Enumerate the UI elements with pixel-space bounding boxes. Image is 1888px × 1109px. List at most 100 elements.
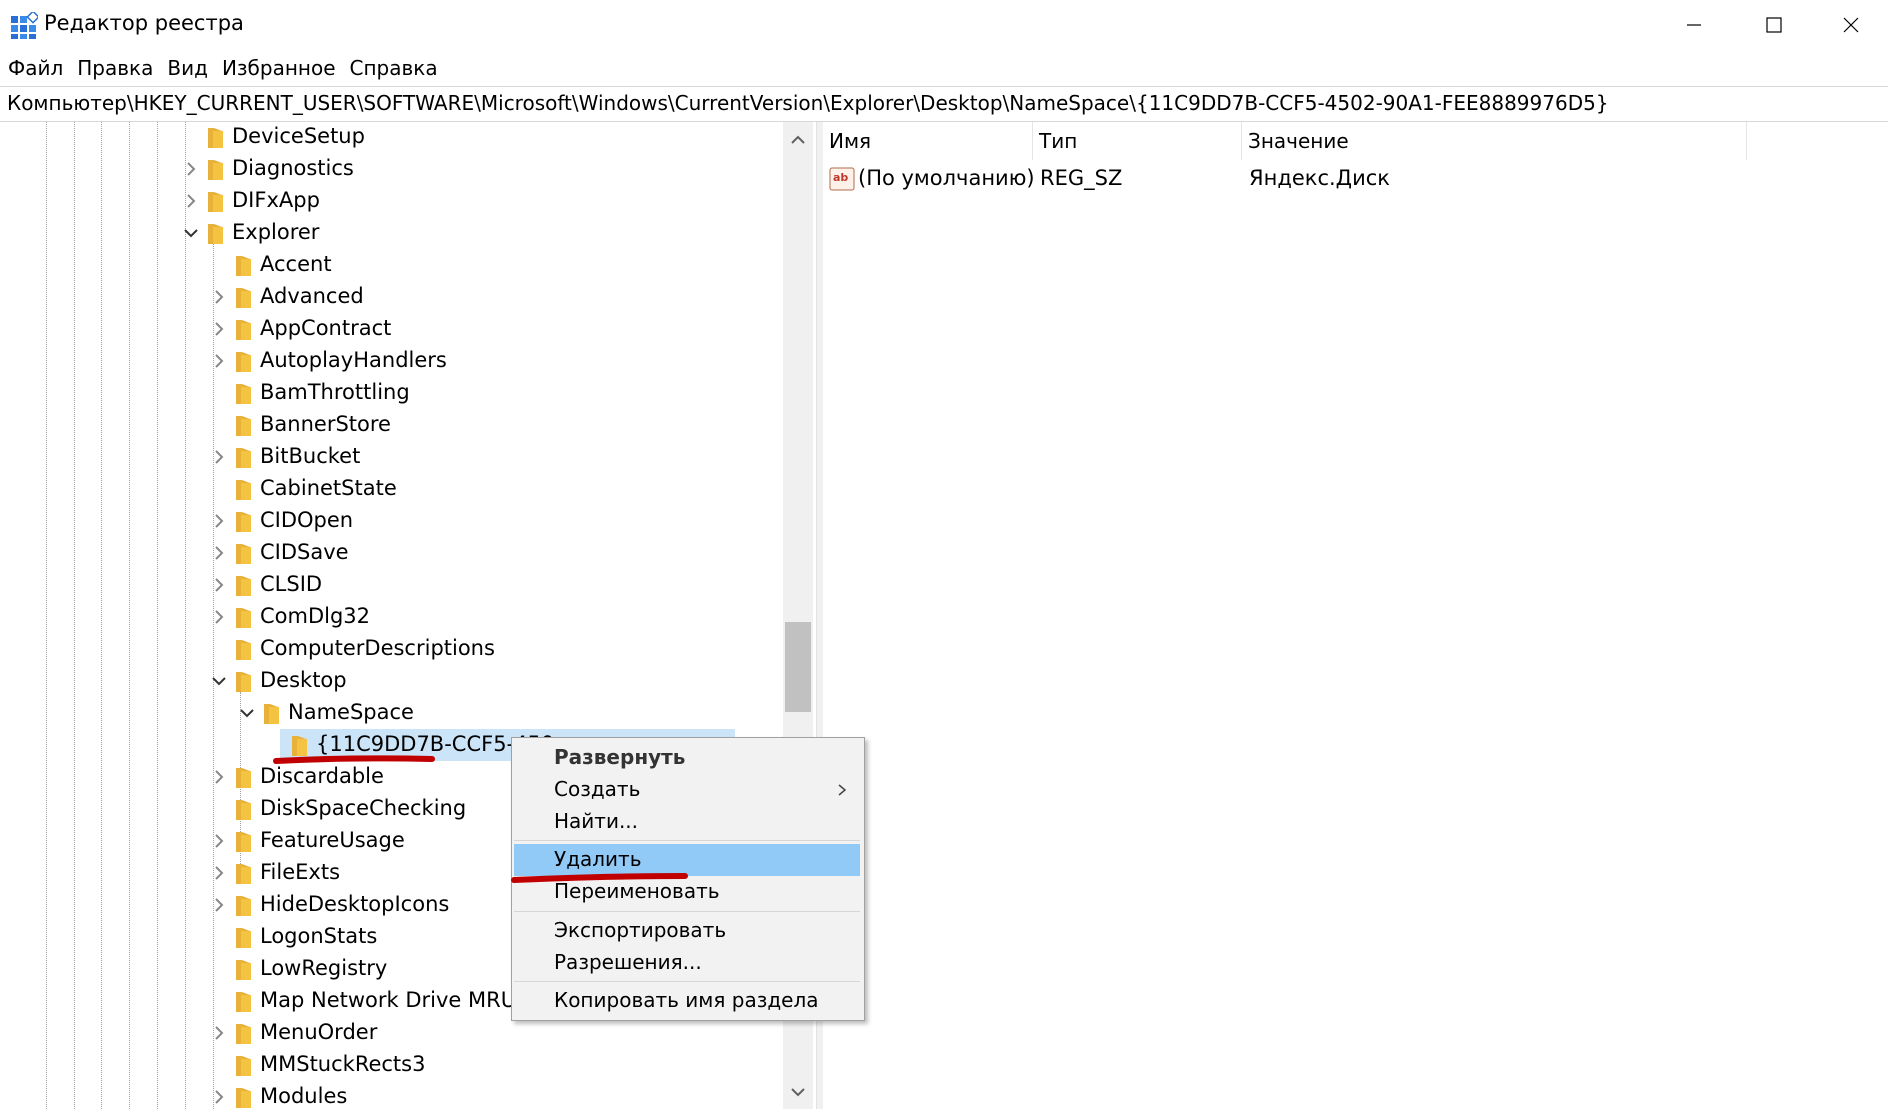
window-title: Редактор реестра bbox=[44, 11, 244, 35]
tree-node[interactable]: Advanced bbox=[0, 282, 780, 314]
menu-item-find[interactable]: Найти... bbox=[514, 806, 860, 838]
tree-node-label: ComDlg32 bbox=[260, 604, 371, 628]
tree-node[interactable]: CabinetState bbox=[0, 474, 780, 506]
tree-node[interactable]: BannerStore bbox=[0, 410, 780, 442]
chevron-right-icon[interactable] bbox=[210, 576, 228, 594]
tree-node[interactable]: MenuOrder bbox=[0, 1018, 780, 1050]
tree-node[interactable]: DeviceSetup bbox=[0, 122, 780, 154]
folder-icon bbox=[236, 992, 251, 1012]
minimize-button[interactable] bbox=[1654, 0, 1734, 50]
annotation-underline bbox=[511, 873, 688, 883]
menu-item-export[interactable]: Экспортировать bbox=[514, 915, 860, 947]
menu-item-new[interactable]: Создать bbox=[514, 774, 860, 806]
tree-node[interactable]: Modules bbox=[0, 1082, 780, 1109]
tree-node[interactable]: MMStuckRects3 bbox=[0, 1050, 780, 1082]
menu-file[interactable]: Файл bbox=[2, 56, 69, 80]
scroll-down-icon[interactable] bbox=[788, 1082, 808, 1102]
tree-node[interactable]: Desktop bbox=[0, 666, 780, 698]
tree-node[interactable]: CLSID bbox=[0, 570, 780, 602]
menu-item-copy-key-name[interactable]: Копировать имя раздела bbox=[514, 985, 860, 1017]
chevron-down-icon[interactable] bbox=[238, 704, 256, 722]
menu-item-expand[interactable]: Развернуть bbox=[514, 742, 860, 774]
tree-node[interactable]: DIFxApp bbox=[0, 186, 780, 218]
tree-node[interactable]: BamThrottling bbox=[0, 378, 780, 410]
tree-node[interactable]: ComputerDescriptions bbox=[0, 634, 780, 666]
chevron-down-icon[interactable] bbox=[210, 672, 228, 690]
folder-icon bbox=[236, 352, 251, 372]
tree-node[interactable]: Explorer bbox=[0, 218, 780, 250]
chevron-right-icon[interactable] bbox=[210, 768, 228, 786]
menu-item-permissions[interactable]: Разрешения... bbox=[514, 947, 860, 979]
tree-node-label: CIDSave bbox=[260, 540, 349, 564]
tree-node-label: Advanced bbox=[260, 284, 364, 308]
chevron-right-icon[interactable] bbox=[210, 864, 228, 882]
close-button[interactable] bbox=[1814, 0, 1888, 50]
tree-node[interactable]: CIDOpen bbox=[0, 506, 780, 538]
menu-edit[interactable]: Правка bbox=[71, 56, 159, 80]
tree-node-label: CIDOpen bbox=[260, 508, 354, 532]
chevron-right-icon[interactable] bbox=[210, 352, 228, 370]
maximize-button[interactable] bbox=[1734, 0, 1814, 50]
chevron-right-icon[interactable] bbox=[210, 1024, 228, 1042]
column-header-name[interactable]: Имя bbox=[823, 122, 1033, 160]
tree-node[interactable]: AppContract bbox=[0, 314, 780, 346]
column-header-value[interactable]: Значение bbox=[1242, 122, 1747, 160]
chevron-right-icon[interactable] bbox=[210, 608, 228, 626]
menu-favorites[interactable]: Избранное bbox=[216, 56, 342, 80]
address-path[interactable]: Компьютер\HKEY_CURRENT_USER\SOFTWARE\Mic… bbox=[7, 91, 1609, 115]
folder-icon bbox=[236, 800, 251, 820]
chevron-right-icon[interactable] bbox=[210, 896, 228, 914]
chevron-right-icon[interactable] bbox=[210, 832, 228, 850]
chevron-right-icon[interactable] bbox=[182, 160, 200, 178]
tree-node-label: Accent bbox=[260, 252, 332, 276]
scroll-thumb[interactable] bbox=[785, 622, 811, 712]
value-data: Яндекс.Диск bbox=[1249, 166, 1390, 190]
menu-item-label: Экспортировать bbox=[554, 918, 727, 942]
tree-node[interactable]: NameSpace bbox=[0, 698, 780, 730]
folder-icon bbox=[236, 256, 251, 276]
chevron-right-icon[interactable] bbox=[210, 288, 228, 306]
chevron-right-icon[interactable] bbox=[182, 192, 200, 210]
folder-icon bbox=[236, 576, 251, 596]
menu-separator bbox=[514, 840, 860, 841]
folder-icon bbox=[236, 384, 251, 404]
tree-node-label: MenuOrder bbox=[260, 1020, 378, 1044]
tree-node-label: LogonStats bbox=[260, 924, 378, 948]
chevron-down-icon[interactable] bbox=[182, 224, 200, 242]
submenu-arrow-icon bbox=[838, 784, 847, 796]
tree-node-label: BitBucket bbox=[260, 444, 361, 468]
chevron-right-icon[interactable] bbox=[210, 320, 228, 338]
tree-node[interactable]: ComDlg32 bbox=[0, 602, 780, 634]
menu-help[interactable]: Справка bbox=[344, 56, 444, 80]
title-bar: Редактор реестра bbox=[0, 0, 1888, 52]
tree-node-label: BannerStore bbox=[260, 412, 391, 436]
tree-node[interactable]: Accent bbox=[0, 250, 780, 282]
tree-node[interactable]: CIDSave bbox=[0, 538, 780, 570]
chevron-right-icon[interactable] bbox=[210, 512, 228, 530]
chevron-right-icon[interactable] bbox=[210, 1088, 228, 1106]
folder-icon bbox=[208, 192, 223, 212]
chevron-right-icon[interactable] bbox=[210, 448, 228, 466]
tree-node-label: DiskSpaceChecking bbox=[260, 796, 467, 820]
tree-node[interactable]: BitBucket bbox=[0, 442, 780, 474]
tree-node[interactable]: Diagnostics bbox=[0, 154, 780, 186]
folder-icon bbox=[236, 416, 251, 436]
regedit-icon bbox=[11, 12, 38, 39]
tree-node[interactable]: AutoplayHandlers bbox=[0, 346, 780, 378]
address-bar[interactable]: Компьютер\HKEY_CURRENT_USER\SOFTWARE\Mic… bbox=[0, 86, 1888, 122]
folder-icon bbox=[208, 160, 223, 180]
menu-view[interactable]: Вид bbox=[161, 56, 214, 80]
menu-bar: Файл Правка Вид Избранное Справка bbox=[0, 52, 1888, 84]
chevron-right-icon[interactable] bbox=[210, 544, 228, 562]
folder-icon bbox=[236, 544, 251, 564]
scroll-up-icon[interactable] bbox=[788, 130, 808, 150]
folder-icon bbox=[236, 512, 251, 532]
column-header-type[interactable]: Тип bbox=[1033, 122, 1242, 160]
annotation-underline bbox=[273, 755, 435, 764]
list-row[interactable]: ab (По умолчанию) REG_SZ Яндекс.Диск bbox=[823, 162, 1888, 196]
menu-item-label: Найти... bbox=[554, 809, 639, 833]
folder-icon bbox=[236, 960, 251, 980]
values-list: Имя Тип Значение ab (По умолчанию) REG_S… bbox=[823, 122, 1888, 1109]
tree-node-label: FeatureUsage bbox=[260, 828, 405, 852]
minimize-icon bbox=[1687, 24, 1701, 26]
